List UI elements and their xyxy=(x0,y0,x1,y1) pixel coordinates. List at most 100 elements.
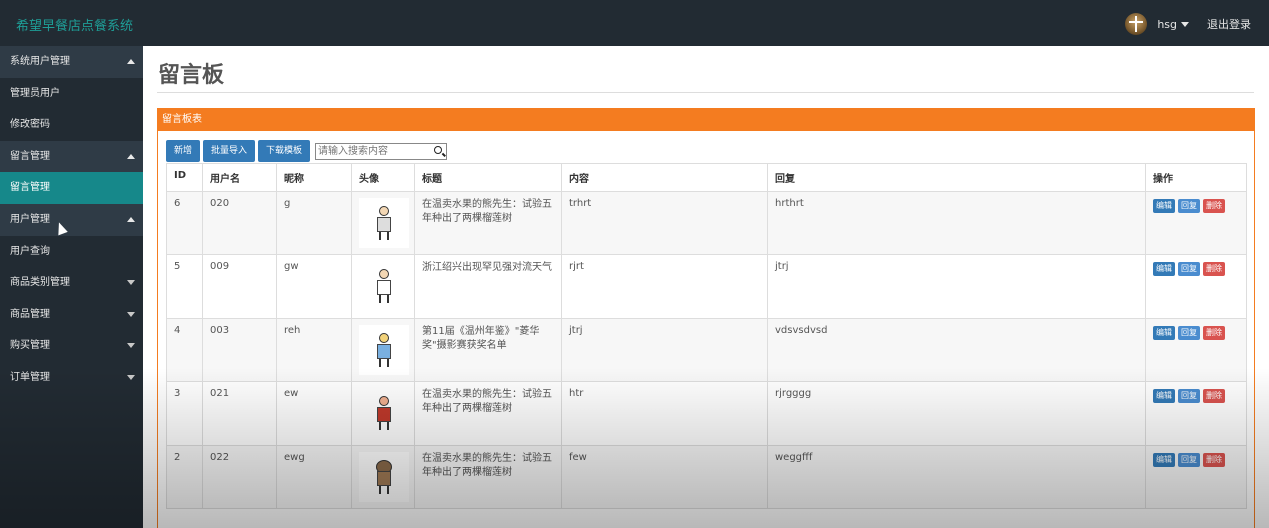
cell-id: 4 xyxy=(166,317,203,383)
cell-nickname: g xyxy=(276,190,352,256)
edit-button[interactable]: 编辑 xyxy=(1153,452,1175,467)
cell-nickname: ewg xyxy=(276,444,352,509)
reply-button[interactable]: 回复 xyxy=(1178,199,1200,213)
batch-import-button[interactable]: 批量导入 xyxy=(203,140,256,162)
column-header-content[interactable]: 内容 xyxy=(561,163,768,192)
main-content: 留言板 留言板表 新增 批量导入 下载模板 ID 用户名 昵称 头像 xyxy=(143,46,1269,528)
column-header-id[interactable]: ID xyxy=(166,163,203,192)
sidebar-group-messages[interactable]: 留言管理 xyxy=(0,140,143,173)
user-name[interactable]: hsg xyxy=(1157,18,1177,31)
sidebar-item-messages[interactable]: 留言管理 xyxy=(0,172,143,204)
sidebar-item-label: 管理员用户 xyxy=(10,87,60,99)
reply-button[interactable]: 回复 xyxy=(1178,452,1200,467)
edit-button[interactable]: 编辑 xyxy=(1153,199,1175,213)
user-avatar-icon[interactable] xyxy=(1125,13,1148,35)
sidebar-group-orders[interactable]: 订单管理 xyxy=(0,361,143,394)
search-input[interactable] xyxy=(316,143,429,159)
sidebar-item-label: 商品类别管理 xyxy=(10,277,70,289)
cell-avatar xyxy=(351,381,415,446)
sidebar-group-categories[interactable]: 商品类别管理 xyxy=(0,267,143,299)
sidebar-item-label: 用户查询 xyxy=(10,245,50,257)
reply-button[interactable]: 回复 xyxy=(1178,262,1200,277)
sidebar: 系统用户管理 管理员用户 修改密码 留言管理 留言管理 用户管理 用户查询 商品… xyxy=(0,46,143,528)
cartoon-kid-icon[interactable] xyxy=(359,388,409,439)
delete-button[interactable]: 删除 xyxy=(1203,452,1225,467)
cell-nickname: gw xyxy=(276,254,352,319)
cell-nickname: ew xyxy=(276,381,352,446)
sidebar-group-users[interactable]: 用户管理 xyxy=(0,203,143,236)
sidebar-item-user-query[interactable]: 用户查询 xyxy=(0,236,143,268)
cell-actions: 编辑 回复 删除 xyxy=(1145,381,1247,446)
delete-button[interactable]: 删除 xyxy=(1203,199,1225,213)
cell-title: 第11届《温州年鉴》"菱华奖"摄影赛获奖名单 xyxy=(414,317,562,383)
cell-id: 6 xyxy=(166,190,203,256)
column-header-nickname[interactable]: 昵称 xyxy=(276,163,352,192)
cartoon-boy-icon[interactable] xyxy=(359,324,409,375)
table-row: 2 022 ewg 在温卖水果的熊先生：试验五年种出了两棵榴莲树 few weg… xyxy=(166,444,1247,509)
sidebar-item-label: 系统用户管理 xyxy=(10,56,70,67)
chevron-down-icon xyxy=(127,311,135,317)
cartoon-figure-icon[interactable] xyxy=(359,261,409,312)
chevron-down-icon xyxy=(127,374,135,380)
cell-username: 021 xyxy=(202,381,277,446)
sidebar-item-label: 留言管理 xyxy=(10,182,50,194)
sidebar-group-purchases[interactable]: 购买管理 xyxy=(0,330,143,362)
title-divider xyxy=(157,92,1254,93)
cell-reply: vdsvsdvsd xyxy=(767,317,1146,383)
table-row: 6 020 g 在温卖水果的熊先生：试验五年种出了两棵榴莲树 trhrt hrt… xyxy=(166,190,1247,256)
chevron-down-icon xyxy=(127,280,135,286)
column-header-title[interactable]: 标题 xyxy=(414,163,562,192)
user-dropdown-caret-icon[interactable] xyxy=(1181,21,1189,27)
cell-avatar xyxy=(351,317,415,383)
app-title[interactable]: 希望早餐店点餐系统 xyxy=(16,15,133,34)
column-header-username[interactable]: 用户名 xyxy=(202,163,277,192)
column-header-reply[interactable]: 回复 xyxy=(767,163,1146,192)
delete-button[interactable]: 删除 xyxy=(1203,325,1225,340)
cell-username: 009 xyxy=(202,254,277,319)
edit-button[interactable]: 编辑 xyxy=(1153,262,1175,277)
cell-id: 3 xyxy=(166,381,203,446)
delete-button[interactable]: 删除 xyxy=(1203,389,1225,404)
cell-username: 022 xyxy=(202,444,277,509)
cell-content: jtrj xyxy=(561,317,768,383)
panel-title: 留言板表 xyxy=(158,109,1254,131)
toolbar: 新增 批量导入 下载模板 xyxy=(166,140,448,162)
cell-reply: jtrj xyxy=(767,254,1146,319)
sidebar-group-products[interactable]: 商品管理 xyxy=(0,298,143,331)
reply-button[interactable]: 回复 xyxy=(1178,389,1200,404)
sidebar-item-change-password[interactable]: 修改密码 xyxy=(0,109,143,141)
add-button[interactable]: 新增 xyxy=(166,140,201,162)
cell-content: rjrt xyxy=(561,254,768,319)
cartoon-raccoon-icon[interactable] xyxy=(359,451,409,502)
cell-id: 5 xyxy=(166,254,203,319)
sidebar-item-admin-users[interactable]: 管理员用户 xyxy=(0,78,143,110)
edit-button[interactable]: 编辑 xyxy=(1153,389,1175,404)
download-template-button[interactable]: 下载模板 xyxy=(258,140,311,162)
search-box xyxy=(315,142,448,160)
page-title: 留言板 xyxy=(158,63,225,88)
reply-button[interactable]: 回复 xyxy=(1178,325,1200,340)
table-header-row: ID 用户名 昵称 头像 标题 内容 回复 操作 xyxy=(166,163,1247,192)
chevron-up-icon xyxy=(127,153,135,159)
sidebar-item-label: 商品管理 xyxy=(10,308,50,320)
sidebar-item-label: 订单管理 xyxy=(10,371,50,383)
cell-actions: 编辑 回复 删除 xyxy=(1145,444,1247,509)
edit-button[interactable]: 编辑 xyxy=(1153,325,1175,340)
cartoon-chef-icon[interactable] xyxy=(359,198,409,248)
cell-actions: 编辑 回复 删除 xyxy=(1145,190,1247,256)
cell-reply: rjrgggg xyxy=(767,381,1146,446)
delete-button[interactable]: 删除 xyxy=(1203,262,1225,277)
column-header-avatar[interactable]: 头像 xyxy=(351,163,415,192)
cell-nickname: reh xyxy=(276,317,352,383)
cell-content: few xyxy=(561,444,768,509)
search-icon[interactable] xyxy=(434,145,443,154)
cell-avatar xyxy=(351,190,415,256)
sidebar-item-label: 用户管理 xyxy=(10,213,50,225)
sidebar-group-system-users[interactable]: 系统用户管理 xyxy=(0,46,143,78)
table-row: 3 021 ew 在温卖水果的熊先生：试验五年种出了两棵榴莲树 htr rjrg… xyxy=(166,381,1247,446)
message-board-panel: 留言板表 新增 批量导入 下载模板 ID 用户名 昵称 头像 标题 xyxy=(157,108,1255,528)
cell-title: 浙江绍兴出现罕见强对流天气 xyxy=(414,254,562,319)
top-navbar: 希望早餐店点餐系统 hsg 退出登录 xyxy=(0,0,1269,46)
logout-link[interactable]: 退出登录 xyxy=(1207,16,1251,32)
chevron-up-icon xyxy=(127,59,135,64)
